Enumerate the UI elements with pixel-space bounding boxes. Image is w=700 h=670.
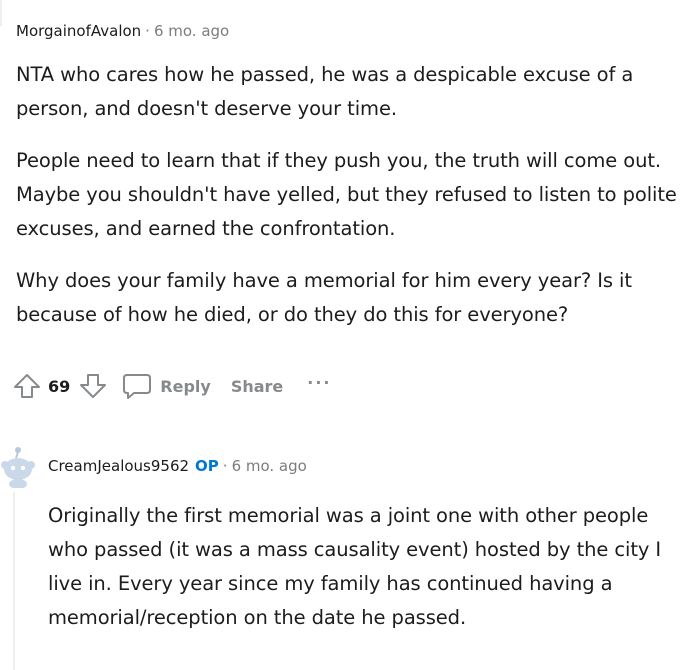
more-options-button[interactable]: ···	[307, 373, 331, 392]
author-link[interactable]: MorgainofAvalon	[16, 22, 141, 40]
comment-paragraph: Why does your family have a memorial for…	[16, 269, 632, 326]
arrow-down-icon[interactable]	[78, 371, 108, 401]
reply-label: Reply	[160, 376, 211, 396]
comment: MorgainofAvalon · 6 mo. ago NTA who cares …	[16, 20, 686, 332]
timestamp[interactable]: 6 mo. ago	[232, 457, 307, 475]
comment: CreamJealous9562 OP · 6 mo. ago Originally …	[48, 455, 688, 635]
reply-button[interactable]: Reply	[122, 372, 211, 400]
timestamp[interactable]: 6 mo. ago	[154, 22, 229, 40]
arrow-up-icon[interactable]	[12, 371, 42, 401]
comment-action-bar: 69 Reply Share ···	[12, 368, 332, 404]
comment-paragraph: NTA who cares how he passed, he was a de…	[16, 63, 634, 120]
thread-line[interactable]	[13, 492, 15, 670]
comment-paragraph: Originally the first memorial was a join…	[48, 504, 662, 629]
comment-body: NTA who cares how he passed, he was a de…	[16, 58, 686, 332]
snoo-avatar-icon[interactable]	[0, 444, 36, 489]
comment-meta: CreamJealous9562 OP · 6 mo. ago	[48, 455, 688, 477]
share-button[interactable]: Share	[231, 377, 283, 396]
meta-separator: ·	[145, 22, 150, 40]
author-link[interactable]: CreamJealous9562	[48, 457, 189, 475]
comment-meta: MorgainofAvalon · 6 mo. ago	[16, 20, 686, 42]
comment-body: Originally the first memorial was a join…	[48, 499, 688, 635]
speech-bubble-icon	[122, 372, 152, 400]
op-badge: OP	[195, 457, 219, 475]
vote-score: 69	[48, 376, 71, 396]
comment-thread: MorgainofAvalon · 6 mo. ago NTA who cares …	[0, 0, 700, 670]
meta-separator: ·	[222, 457, 228, 475]
comment-paragraph: People need to learn that if they push y…	[16, 149, 677, 240]
thread-line[interactable]	[0, 0, 2, 26]
